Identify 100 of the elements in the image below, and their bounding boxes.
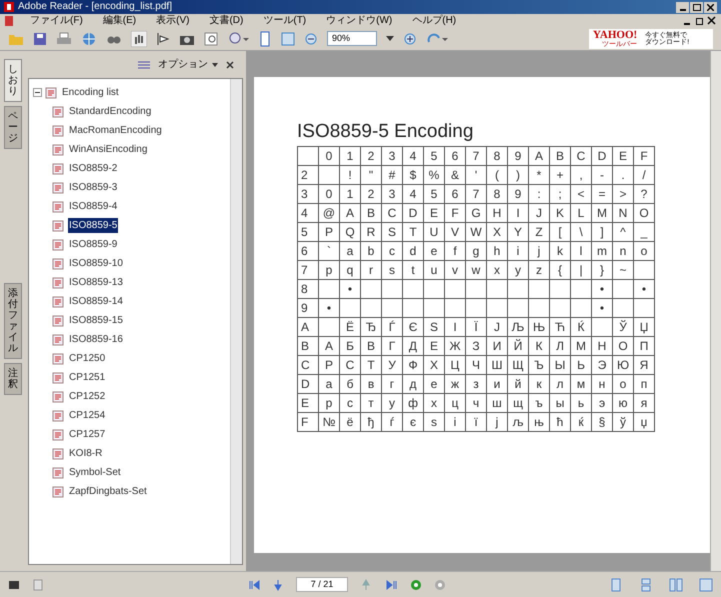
- table-cell: c: [382, 242, 402, 260]
- bookmark-item[interactable]: CP1252: [68, 389, 106, 404]
- zoom-field[interactable]: 90%: [327, 31, 377, 46]
- table-cell: U: [424, 222, 444, 242]
- bookmark-item[interactable]: MacRomanEncoding: [68, 123, 163, 138]
- rotate-icon[interactable]: [426, 32, 448, 46]
- table-cell: В: [360, 336, 382, 356]
- table-cell: .: [612, 166, 634, 184]
- close-icon[interactable]: [706, 16, 717, 26]
- page-icon[interactable]: [258, 30, 272, 46]
- table-cell: с: [340, 394, 360, 412]
- side-tab[interactable]: 注釈: [4, 363, 22, 395]
- bookmark-item[interactable]: ISO8859-13: [68, 275, 124, 290]
- print-icon[interactable]: [56, 32, 72, 46]
- previous-page-icon[interactable]: [272, 578, 284, 590]
- table-cell: Ѕ: [424, 318, 444, 336]
- table-cell: љ: [508, 412, 528, 432]
- table-cell: N: [612, 204, 634, 222]
- table-cell: F: [444, 204, 466, 222]
- table-cell: $: [402, 166, 424, 184]
- row-header: 4: [298, 204, 318, 222]
- table-cell: /: [634, 166, 654, 184]
- table-cell: v: [444, 260, 466, 280]
- table-cell: Ж: [444, 336, 466, 356]
- dropdown-arrow-icon[interactable]: [386, 36, 394, 42]
- bookmark-item[interactable]: ISO8859-5: [68, 218, 118, 233]
- table-cell: R: [360, 222, 382, 242]
- menu-item[interactable]: 表示(V): [156, 16, 190, 26]
- zoom-out-icon[interactable]: [304, 32, 318, 46]
- menu-item[interactable]: ツール(T): [263, 16, 306, 26]
- table-cell: 7: [466, 184, 486, 204]
- table-cell: п: [634, 374, 654, 394]
- menu-item[interactable]: 編集(E): [102, 16, 136, 26]
- table-cell: Н: [592, 336, 612, 356]
- single-page-icon[interactable]: [609, 578, 623, 592]
- bookmark-item[interactable]: CP1257: [68, 427, 106, 442]
- bookmark-item[interactable]: StandardEncoding: [68, 104, 152, 119]
- menu-item[interactable]: 文書(D): [209, 16, 244, 26]
- back-icon[interactable]: [410, 578, 422, 590]
- bookmark-item[interactable]: CP1251: [68, 370, 106, 385]
- bookmark-item[interactable]: ISO8859-16: [68, 332, 124, 347]
- bookmark-item[interactable]: WinAnsiEncoding: [68, 142, 148, 157]
- bookmark-item[interactable]: KOI8-R: [68, 446, 104, 461]
- facing-pages-icon[interactable]: [669, 578, 683, 592]
- table-cell: й: [508, 374, 528, 394]
- bookmark-item[interactable]: ISO8859-15: [68, 313, 124, 328]
- bookmark-icon: [52, 428, 65, 440]
- globe-icon[interactable]: [81, 32, 97, 46]
- restore-icon[interactable]: [694, 16, 705, 26]
- close-icon[interactable]: [226, 60, 234, 68]
- table-cell: З: [466, 336, 486, 356]
- continuous-facing-icon[interactable]: [699, 578, 713, 592]
- maximize-button[interactable]: [690, 2, 703, 12]
- first-page-icon[interactable]: [248, 578, 260, 590]
- scrollbar[interactable]: [230, 79, 242, 564]
- bookmark-icon: [52, 352, 65, 364]
- bookmark-item[interactable]: Symbol-Set: [68, 465, 122, 480]
- menu-item[interactable]: ファイル(F): [30, 16, 83, 26]
- menu-item[interactable]: ヘルプ(H): [412, 16, 456, 26]
- row-header: 5: [298, 222, 318, 242]
- text-cursor-icon[interactable]: [156, 32, 170, 46]
- bookmark-item[interactable]: ISO8859-3: [68, 180, 118, 195]
- side-tab[interactable]: 添付ファイル: [4, 283, 22, 359]
- zoom-box-icon[interactable]: [204, 32, 220, 46]
- options-button[interactable]: オプション: [158, 57, 218, 72]
- table-cell: ѕ: [424, 412, 444, 432]
- bookmark-item[interactable]: ISO8859-9: [68, 237, 118, 252]
- table-cell: S: [382, 222, 402, 242]
- save-icon[interactable]: [33, 32, 47, 46]
- close-button[interactable]: [704, 2, 717, 12]
- fit-page-icon[interactable]: [281, 32, 295, 46]
- page-number-field[interactable]: 7 / 21: [296, 577, 348, 592]
- vertical-scrollbar[interactable]: [710, 51, 721, 571]
- table-cell: з: [466, 374, 486, 394]
- table-cell: Ќ: [570, 318, 592, 336]
- table-cell: М: [570, 336, 592, 356]
- table-cell: Ц: [444, 356, 466, 374]
- bookmark-item[interactable]: ISO8859-2: [68, 161, 118, 176]
- bookmark-item[interactable]: ZapfDingbats-Set: [68, 484, 148, 499]
- table-cell: {: [550, 260, 570, 280]
- bookmark-item[interactable]: Encoding list: [61, 85, 120, 100]
- zoom-in-icon[interactable]: [229, 32, 249, 46]
- minimize-button[interactable]: [676, 2, 689, 12]
- continuous-icon[interactable]: [639, 578, 653, 592]
- bookmark-item[interactable]: ISO8859-4: [68, 199, 118, 214]
- last-page-icon[interactable]: [384, 578, 398, 590]
- bookmark-item[interactable]: ISO8859-10: [68, 256, 124, 271]
- table-cell: x: [486, 260, 508, 280]
- menu-item[interactable]: ウィンドウ(W): [326, 16, 392, 26]
- bookmark-icon: [52, 106, 65, 118]
- bookmark-item[interactable]: ISO8859-14: [68, 294, 124, 309]
- zoom-in-icon[interactable]: [403, 32, 417, 46]
- bookmark-item[interactable]: CP1254: [68, 408, 106, 423]
- table-cell: W: [466, 222, 486, 242]
- collapse-icon[interactable]: [33, 88, 42, 97]
- side-tab[interactable]: しおり: [4, 59, 22, 102]
- table-cell: є: [402, 412, 424, 432]
- side-tab[interactable]: ページ: [4, 106, 22, 149]
- bookmark-item[interactable]: CP1250: [68, 351, 106, 366]
- table-cell: i: [508, 242, 528, 260]
